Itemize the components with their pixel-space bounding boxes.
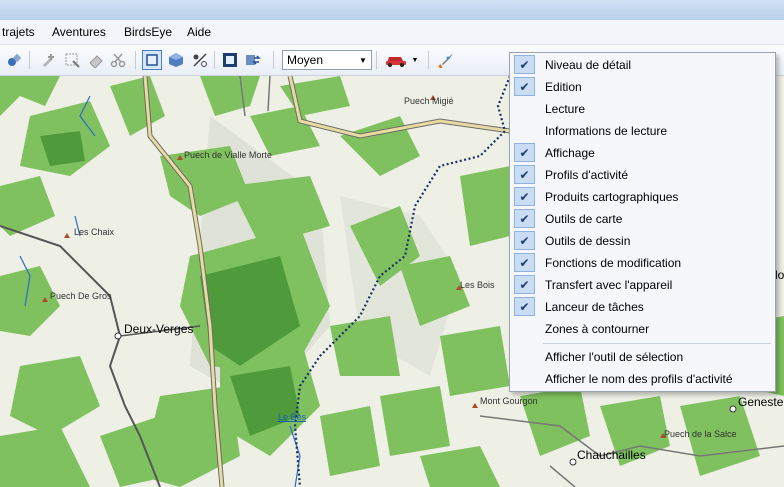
toolbar-separator	[428, 51, 429, 69]
map-place-label[interactable]: Puech de Vialle Morte	[184, 150, 272, 160]
connect-icon[interactable]	[4, 50, 24, 70]
map-place-label[interactable]: Puech Migié	[404, 96, 454, 106]
menu-item-produits-cartographiques[interactable]: ✔ Produits cartographiques	[510, 186, 773, 207]
menu-item-afficher-outil-selection[interactable]: Afficher l'outil de sélection	[510, 346, 773, 367]
menu-item-informations-lecture[interactable]: Informations de lecture	[510, 120, 773, 141]
car-profile-dropdown-icon[interactable]: ▼	[409, 50, 421, 70]
menu-item-fonctions-modification[interactable]: ✔ Fonctions de modification	[510, 252, 773, 273]
shading-icon[interactable]	[190, 50, 210, 70]
checkmark-icon: ✔	[514, 231, 535, 250]
rocket-icon[interactable]	[436, 50, 456, 70]
map-place-label[interactable]: Mont Gourgon	[480, 396, 538, 406]
title-bar	[0, 0, 784, 20]
3d-view-icon[interactable]	[166, 50, 186, 70]
checkmark-icon: ✔	[514, 275, 535, 294]
menu-aide[interactable]: Aide	[187, 25, 211, 39]
chevron-down-icon[interactable]: ▼	[355, 51, 371, 69]
map-town-label[interactable]: lo	[775, 268, 784, 282]
checkmark-icon: ✔	[514, 209, 535, 228]
pencil-add-icon[interactable]	[38, 50, 58, 70]
menu-trajets[interactable]: trajets	[2, 25, 35, 39]
checkmark-icon: ✔	[514, 253, 535, 272]
toolbar-separator	[214, 51, 215, 69]
map-water-label[interactable]: Le Bès	[278, 412, 306, 422]
toolbar-separator	[273, 51, 274, 69]
car-profile-icon[interactable]	[384, 50, 408, 70]
map-town-label[interactable]: Geneste	[738, 395, 783, 409]
menu-item-zones-contourner[interactable]: Zones à contourner	[510, 318, 773, 339]
toolbar-separator	[135, 51, 136, 69]
checkmark-icon: ✔	[514, 55, 535, 74]
map-place-label[interactable]: Puech De Gros	[50, 291, 112, 301]
menu-item-outils-dessin[interactable]: ✔ Outils de dessin	[510, 230, 773, 251]
map-town-label[interactable]: Deux-Verges	[124, 322, 193, 336]
menu-item-profils-activite[interactable]: ✔ Profils d'activité	[510, 164, 773, 185]
toolbar-separator	[376, 51, 377, 69]
detail-level-value: Moyen	[287, 53, 324, 67]
detail-level-select[interactable]: Moyen ▼	[282, 50, 372, 70]
checkmark-icon: ✔	[514, 187, 535, 206]
menu-item-niveau-detail[interactable]: ✔ Niveau de détail	[510, 54, 773, 75]
menu-item-transfert-appareil[interactable]: ✔ Transfert avec l'appareil	[510, 274, 773, 295]
menu-item-lanceur-taches[interactable]: ✔ Lanceur de tâches	[510, 296, 773, 317]
menu-item-edition[interactable]: ✔ Edition	[510, 76, 773, 97]
menu-aventures[interactable]: Aventures	[52, 25, 106, 39]
menu-item-afficher-nom-profils[interactable]: Afficher le nom des profils d'activité	[510, 368, 773, 389]
checkmark-icon: ✔	[514, 297, 535, 316]
menu-item-outils-carte[interactable]: ✔ Outils de carte	[510, 208, 773, 229]
checkmark-icon: ✔	[514, 143, 535, 162]
map-place-label[interactable]: Les Bois	[460, 280, 495, 290]
map-place-label[interactable]: Puech de la Salce	[664, 429, 737, 439]
eraser-icon[interactable]	[86, 50, 106, 70]
checkmark-icon: ✔	[514, 77, 535, 96]
map-town-label[interactable]: Chauchailles	[577, 448, 646, 462]
toolbar-separator	[29, 51, 30, 69]
scissors-icon[interactable]	[108, 50, 128, 70]
checkmark-icon: ✔	[514, 165, 535, 184]
select-area-icon[interactable]	[62, 50, 82, 70]
2d-view-icon[interactable]	[142, 50, 162, 70]
transfer-icon[interactable]	[243, 50, 263, 70]
fit-map-icon[interactable]	[220, 50, 240, 70]
map-place-label[interactable]: Les Chaix	[74, 227, 114, 237]
menu-bar: trajets Aventures BirdsEye Aide	[0, 20, 784, 45]
menu-separator	[543, 343, 771, 344]
menu-item-affichage[interactable]: ✔ Affichage	[510, 142, 773, 163]
menu-item-lecture[interactable]: Lecture	[510, 98, 773, 119]
toolbar-context-menu: ✔ Niveau de détail ✔ Edition Lecture Infor…	[509, 52, 776, 392]
menu-birdseye[interactable]: BirdsEye	[124, 25, 172, 39]
